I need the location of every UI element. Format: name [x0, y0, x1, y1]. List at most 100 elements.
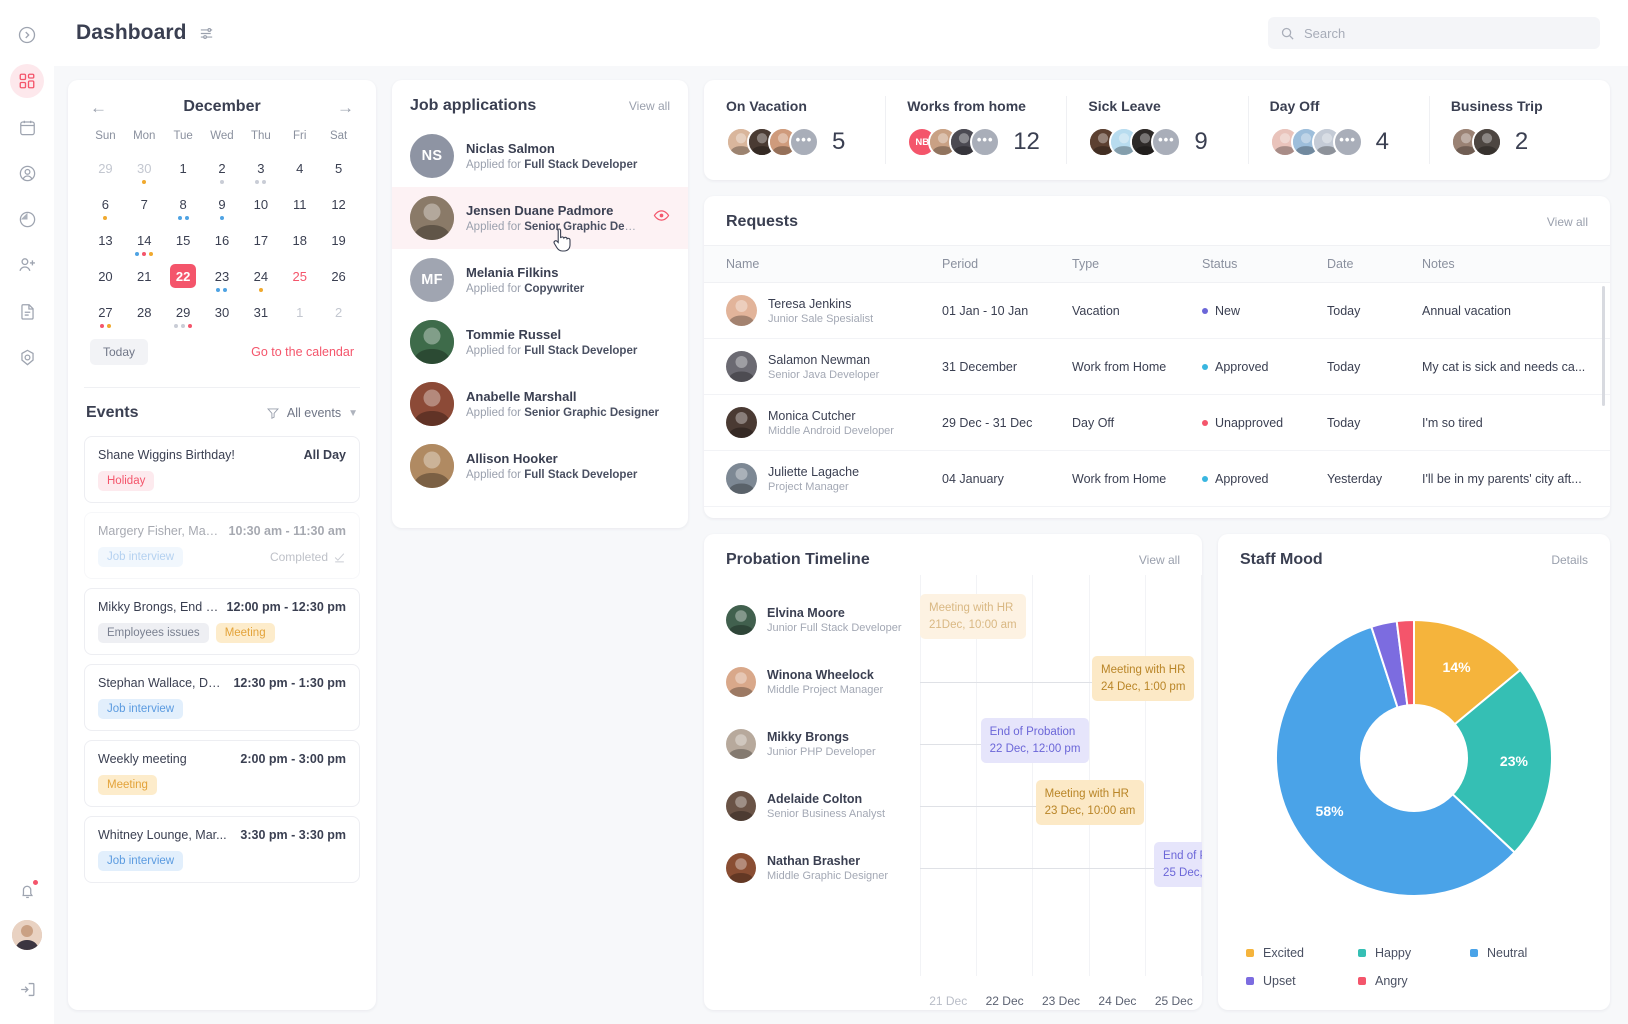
event-item[interactable]: Margery Fisher, Mark...10:30 am - 11:30 …	[84, 512, 360, 579]
calendar-day[interactable]: 9	[203, 187, 242, 221]
calendar-day[interactable]: 30	[203, 295, 242, 329]
calendar-day[interactable]: 26	[319, 259, 358, 293]
calendar-day[interactable]: 5	[319, 151, 358, 185]
calendar-day[interactable]: 11	[280, 187, 319, 221]
tune-icon[interactable]	[198, 25, 215, 42]
calendar-day[interactable]: 4	[280, 151, 319, 185]
events-filter-dropdown[interactable]: All events ▼	[266, 406, 358, 420]
calendar-day[interactable]: 6	[86, 187, 125, 221]
requests-scrollbar[interactable]	[1602, 286, 1605, 502]
job-application-row[interactable]: Jensen Duane PadmoreApplied for Senior G…	[392, 187, 688, 249]
legend-item[interactable]: Upset	[1246, 974, 1358, 988]
pie-chart-icon[interactable]	[10, 202, 44, 236]
legend-item[interactable]: Excited	[1246, 946, 1358, 960]
staff-mood-donut[interactable]: 14%23%58%	[1268, 612, 1560, 904]
today-button[interactable]: Today	[90, 339, 148, 365]
calendar-day[interactable]: 1	[164, 151, 203, 185]
calendar-day[interactable]: 14	[125, 223, 164, 257]
table-row[interactable]: Teresa JenkinsJunior Sale Spesialist01 J…	[704, 283, 1610, 339]
job-application-row[interactable]: Tommie RusselApplied for Full Stack Deve…	[392, 311, 688, 373]
calendar-day[interactable]: 22	[164, 259, 203, 293]
profile-icon[interactable]	[10, 156, 44, 190]
legend-item[interactable]: Happy	[1358, 946, 1470, 960]
legend-item[interactable]: Neutral	[1470, 946, 1582, 960]
settings-icon[interactable]	[10, 340, 44, 374]
probation-person[interactable]: Mikky BrongsJunior PHP Developer	[708, 713, 920, 775]
probation-event-pill[interactable]: End of Probation25 Dec, 12:00 pm	[1154, 842, 1202, 887]
calendar-day[interactable]: 7	[125, 187, 164, 221]
probation-person[interactable]: Nathan BrasherMiddle Graphic Designer	[708, 837, 920, 899]
calendar-day[interactable]: 16	[203, 223, 242, 257]
calendar-day[interactable]: 18	[280, 223, 319, 257]
calendar-day[interactable]: 13	[86, 223, 125, 257]
calendar-prev-button[interactable]: ←	[90, 99, 107, 116]
table-row[interactable]: Salamon NewmanSenior Java Developer31 De…	[704, 339, 1610, 395]
calendar-day[interactable]: 27	[86, 295, 125, 329]
staff-mood-details-link[interactable]: Details	[1551, 553, 1588, 567]
calendar-day[interactable]: 24	[241, 259, 280, 293]
calendar-day[interactable]: 3	[241, 151, 280, 185]
user-avatar[interactable]	[12, 920, 42, 950]
search-input[interactable]	[1304, 26, 1588, 41]
table-row[interactable]: Monica CutcherMiddle Android Developer29…	[704, 395, 1610, 451]
calendar-day[interactable]: 30	[125, 151, 164, 185]
calendar-day[interactable]: 25	[280, 259, 319, 293]
probation-person[interactable]: Winona WheelockMiddle Project Manager	[708, 651, 920, 713]
event-item[interactable]: Stephan Wallace, Dev...12:30 pm - 1:30 p…	[84, 664, 360, 731]
calendar-day[interactable]: 17	[241, 223, 280, 257]
calendar-day[interactable]: 1	[280, 295, 319, 329]
search-bar[interactable]	[1268, 17, 1600, 49]
eye-icon[interactable]	[653, 207, 670, 229]
calendar-day[interactable]: 19	[319, 223, 358, 257]
probation-view-all[interactable]: View all	[1139, 553, 1180, 567]
calendar-day[interactable]: 8	[164, 187, 203, 221]
job-application-row[interactable]: NSNiclas SalmonApplied for Full Stack De…	[392, 125, 688, 187]
stat-avatar-more[interactable]: •••	[1151, 127, 1181, 157]
calendar-day[interactable]: 10	[241, 187, 280, 221]
table-row[interactable]: Juliette LagacheProject Manager04 Januar…	[704, 451, 1610, 507]
probation-person[interactable]: Elvina MooreJunior Full Stack Developer	[708, 589, 920, 651]
stat-avatar-more[interactable]: •••	[970, 127, 1000, 157]
stat-avatar-more[interactable]: •••	[789, 127, 819, 157]
add-person-icon[interactable]	[10, 248, 44, 282]
stat-card[interactable]: On Vacation•••5	[704, 80, 885, 180]
probation-event-pill[interactable]: End of Probation22 Dec, 12:00 pm	[981, 718, 1090, 763]
calendar-day[interactable]: 29	[86, 151, 125, 185]
job-application-row[interactable]: MFMelania FilkinsApplied for Copywriter	[392, 249, 688, 311]
document-icon[interactable]	[10, 294, 44, 328]
probation-person[interactable]: Adelaide ColtonSenior Business Analyst	[708, 775, 920, 837]
stat-card[interactable]: Day Off•••4	[1248, 80, 1429, 180]
calendar-day[interactable]: 29	[164, 295, 203, 329]
calendar-day[interactable]: 2	[203, 151, 242, 185]
calendar-day[interactable]: 20	[86, 259, 125, 293]
notifications-icon[interactable]	[10, 874, 44, 908]
go-to-calendar-link[interactable]: Go to the calendar	[251, 345, 354, 359]
event-item[interactable]: Weekly meeting2:00 pm - 3:00 pmMeeting	[84, 740, 360, 807]
event-item[interactable]: Mikky Brongs, End of...12:00 pm - 12:30 …	[84, 588, 360, 655]
event-item[interactable]: Whitney Lounge, Mar...3:30 pm - 3:30 pmJ…	[84, 816, 360, 883]
calendar-day[interactable]: 23	[203, 259, 242, 293]
stat-card[interactable]: Works from homeNB•••12	[885, 80, 1066, 180]
legend-item[interactable]: Angry	[1358, 974, 1470, 988]
job-application-row[interactable]: Allison HookerApplied for Full Stack Dev…	[392, 435, 688, 497]
calendar-day[interactable]: 12	[319, 187, 358, 221]
stat-avatar-more[interactable]: •••	[1333, 127, 1363, 157]
calendar-day[interactable]: 21	[125, 259, 164, 293]
calendar-icon[interactable]	[10, 110, 44, 144]
stat-card[interactable]: Sick Leave•••9	[1066, 80, 1247, 180]
requests-view-all[interactable]: View all	[1547, 215, 1588, 229]
event-item[interactable]: Shane Wiggins Birthday!All DayHoliday	[84, 436, 360, 503]
logout-icon[interactable]	[10, 972, 44, 1006]
job-applications-view-all[interactable]: View all	[629, 99, 670, 113]
probation-event-pill[interactable]: Meeting with HR21Dec, 10:00 am	[920, 594, 1026, 639]
calendar-day[interactable]: 31	[241, 295, 280, 329]
job-application-row[interactable]: Anabelle MarshallApplied for Senior Grap…	[392, 373, 688, 435]
probation-event-pill[interactable]: Meeting with HR23 Dec, 10:00 am	[1036, 780, 1145, 825]
calendar-day[interactable]: 2	[319, 295, 358, 329]
calendar-day[interactable]: 28	[125, 295, 164, 329]
calendar-day[interactable]: 15	[164, 223, 203, 257]
dashboard-icon[interactable]	[10, 64, 44, 98]
calendar-next-button[interactable]: →	[337, 99, 354, 116]
probation-event-pill[interactable]: Meeting with HR24 Dec, 1:00 pm	[1092, 656, 1194, 701]
expand-icon[interactable]	[10, 18, 44, 52]
